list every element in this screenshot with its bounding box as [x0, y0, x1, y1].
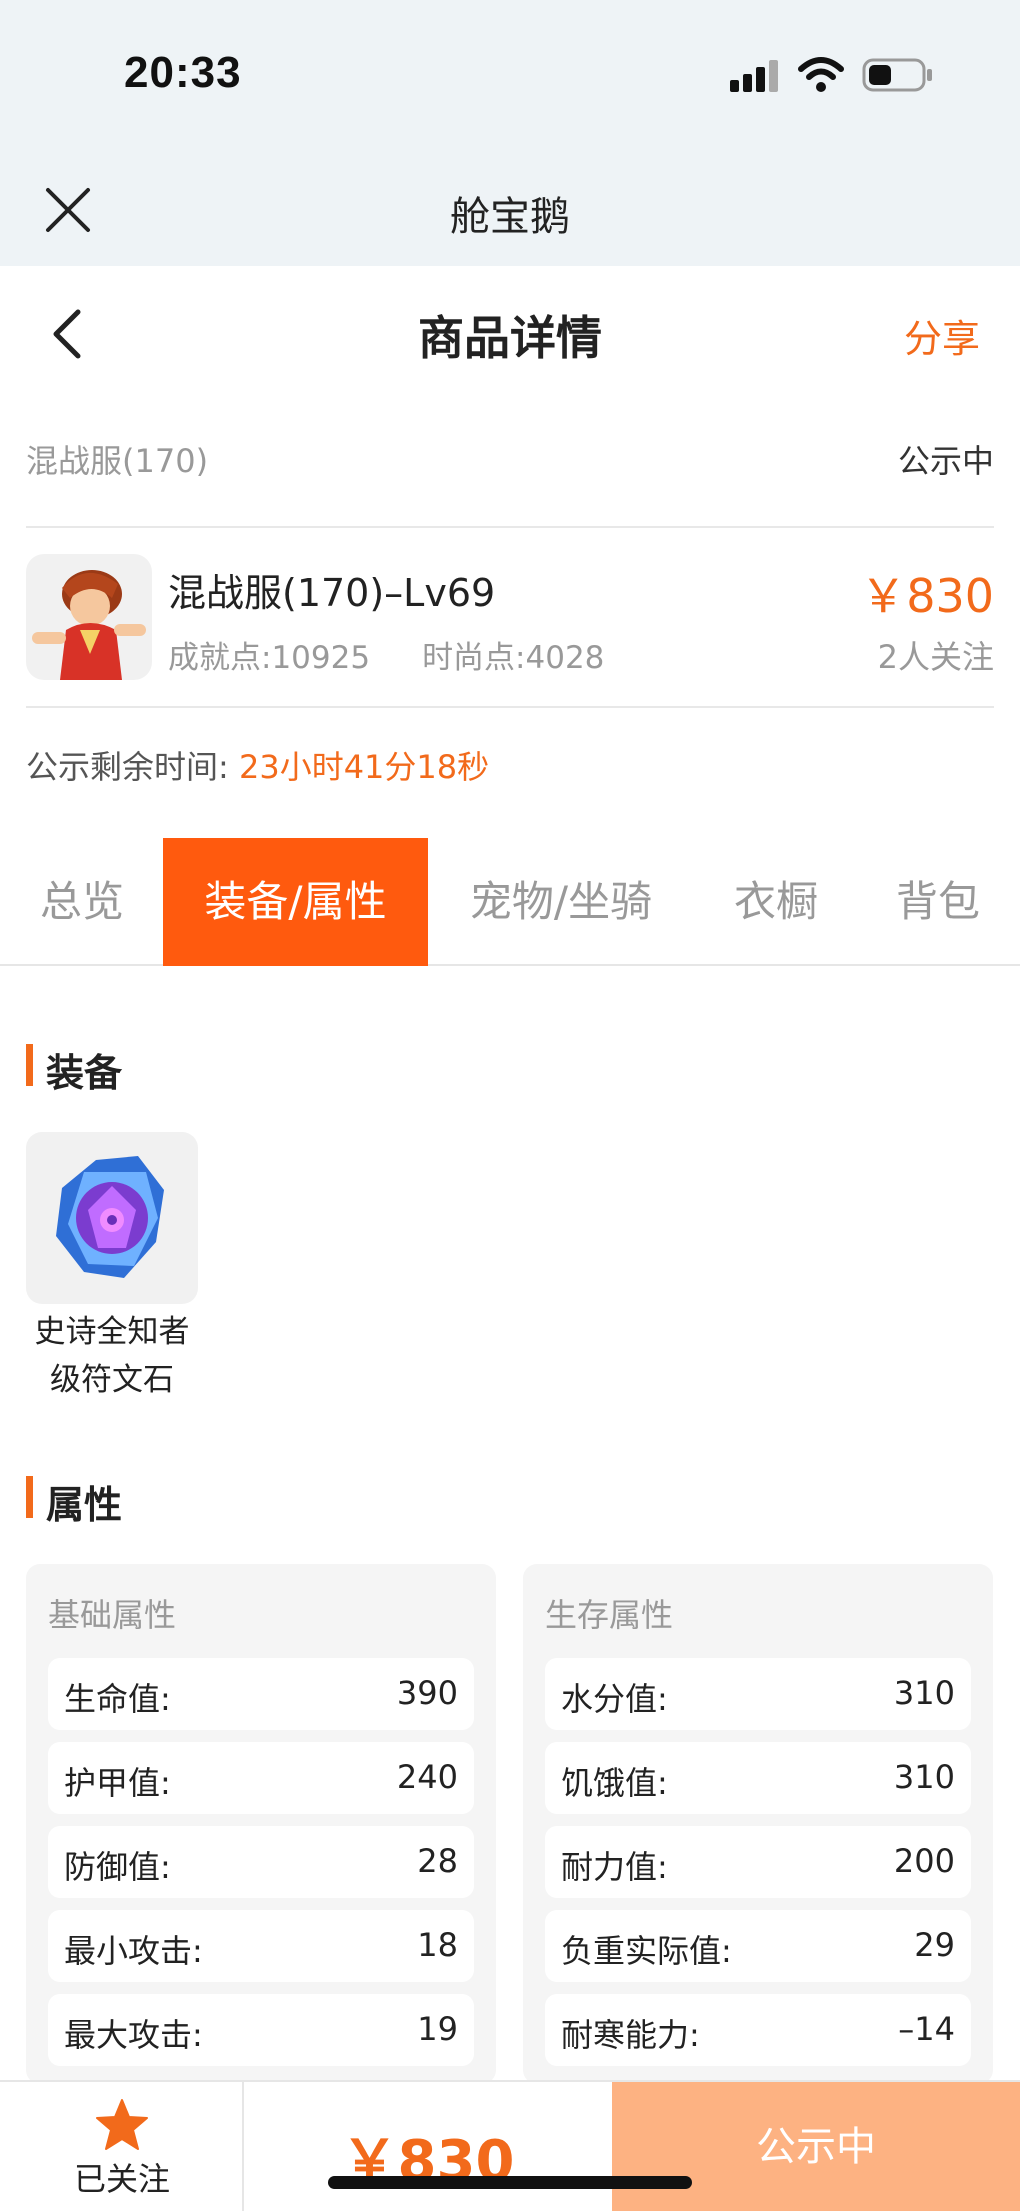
section-accent-bar: [26, 1476, 33, 1518]
follower-count: 2人关注: [877, 638, 994, 676]
status-action-button[interactable]: 公示中: [612, 2082, 1020, 2211]
achievement-points: 成就点:10925: [168, 640, 371, 676]
equipment-section-title: 装备: [46, 1051, 123, 1095]
equipment-item[interactable]: 史诗全知者级符文石: [26, 1132, 198, 1404]
remaining-time: 公示剩余时间: 23小时41分18秒: [26, 742, 489, 788]
attribute-value: 310: [893, 1758, 955, 1796]
attribute-value: 310: [893, 1674, 955, 1712]
attribute-value: 18: [417, 1926, 458, 1964]
follow-button[interactable]: 已关注: [0, 2082, 244, 2211]
wifi-icon: [798, 57, 844, 92]
attribute-row: 护甲值: 240: [48, 1742, 474, 1814]
attribute-row: 防御值: 28: [48, 1826, 474, 1898]
attribute-label: 最小攻击:: [64, 1932, 203, 1970]
battery-icon: [862, 58, 932, 92]
basic-attributes-title: 基础属性: [48, 1596, 177, 1634]
tab-bar: 总览 装备/属性 宠物/坐骑 衣橱 背包: [0, 838, 1020, 966]
character-avatar: [26, 554, 152, 680]
attribute-row: 最大攻击: 19: [48, 1994, 474, 2066]
item-price: ￥830: [860, 569, 994, 623]
attribute-value: –14: [898, 2010, 955, 2048]
attribute-value: 19: [417, 2010, 458, 2048]
attribute-row: 负重实际值: 29: [545, 1910, 971, 1982]
remaining-label: 公示剩余时间:: [26, 748, 229, 786]
rune-stone-icon: [26, 1132, 198, 1304]
item-stats: 成就点:10925 时尚点:4028: [168, 632, 604, 677]
follow-label: 已关注: [73, 2160, 170, 2198]
bottom-action-bar: 已关注 ￥830 公示中: [0, 2080, 1020, 2211]
page-nav: 商品详情 分享: [0, 266, 1020, 400]
divider: [26, 526, 994, 528]
attribute-label: 生命值:: [64, 1680, 171, 1718]
server-name: 混战服(170): [26, 442, 209, 480]
server-row: 混战服(170) 公示中: [26, 436, 994, 486]
fashion-points: 时尚点:4028: [422, 640, 605, 676]
attribute-row: 水分值: 310: [545, 1658, 971, 1730]
attribute-label: 最大攻击:: [64, 2016, 203, 2054]
attribute-row: 饥饿值: 310: [545, 1742, 971, 1814]
attribute-row: 耐寒能力: –14: [545, 1994, 971, 2066]
status-time: 20:33: [124, 48, 242, 97]
page-title: 商品详情: [418, 311, 602, 365]
cellular-signal-icon: [730, 60, 778, 92]
attribute-value: 390: [396, 1674, 458, 1712]
divider: [26, 706, 994, 708]
attribute-value: 240: [396, 1758, 458, 1796]
attribute-label: 负重实际值:: [561, 1932, 732, 1970]
attribute-value: 29: [914, 1926, 955, 1964]
attribute-label: 饥饿值:: [561, 1764, 668, 1802]
app-header: 20:33 舱宝鹅: [0, 0, 1020, 266]
share-button[interactable]: 分享: [904, 308, 980, 363]
home-indicator: [328, 2176, 692, 2189]
basic-attributes-panel: 基础属性 生命值: 390 护甲值: 240 防御值: 28 最小攻击: 18 …: [26, 1564, 496, 2084]
tab-equipment-attributes[interactable]: 装备/属性: [163, 838, 428, 966]
equipment-item-name: 史诗全知者级符文石: [34, 1314, 190, 1398]
attribute-row: 最小攻击: 18: [48, 1910, 474, 1982]
survival-attributes-title: 生存属性: [545, 1596, 674, 1634]
survival-attributes-panel: 生存属性 水分值: 310 饥饿值: 310 耐力值: 200 负重实际值: 2…: [523, 1564, 993, 2084]
attribute-label: 耐寒能力:: [561, 2016, 700, 2054]
tab-wardrobe[interactable]: 衣橱: [706, 838, 846, 966]
attribute-value: 200: [893, 1842, 955, 1880]
attribute-value: 28: [417, 1842, 458, 1880]
attribute-label: 水分值:: [561, 1680, 668, 1718]
attribute-label: 防御值:: [64, 1848, 171, 1886]
item-summary[interactable]: 混战服(170)–Lv69 成就点:10925 时尚点:4028 ￥830 2人关…: [26, 554, 994, 682]
attribute-row: 生命值: 390: [48, 1658, 474, 1730]
remaining-value: 23小时41分18秒: [238, 748, 490, 786]
item-name: 混战服(170)–Lv69: [168, 571, 496, 615]
tab-overview[interactable]: 总览: [18, 838, 146, 966]
star-icon: [96, 2099, 148, 2150]
tab-backpack[interactable]: 背包: [868, 838, 1008, 966]
tab-pets-mounts[interactable]: 宠物/坐骑: [446, 838, 676, 966]
attribute-row: 耐力值: 200: [545, 1826, 971, 1898]
section-accent-bar: [26, 1044, 33, 1086]
attribute-label: 耐力值:: [561, 1848, 668, 1886]
attribute-label: 护甲值:: [64, 1764, 171, 1802]
listing-status: 公示中: [897, 442, 994, 480]
attributes-section-title: 属性: [46, 1483, 123, 1527]
app-title: 舱宝鹅: [450, 194, 570, 240]
